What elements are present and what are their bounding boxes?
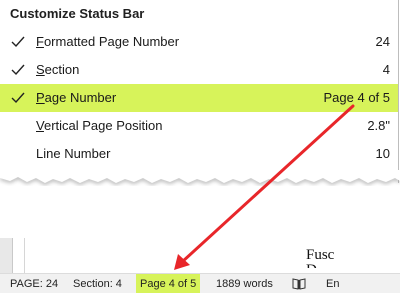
menu-item-value: 2.8" xyxy=(367,118,390,133)
menu-item-line-number[interactable]: Line Number 10 xyxy=(0,140,398,168)
checkmark-icon xyxy=(11,64,25,76)
menu-item-label: Line Number xyxy=(36,146,111,161)
menu-item-value: 24 xyxy=(375,34,390,49)
torn-edge-divider xyxy=(0,170,400,185)
menu-item-page-number[interactable]: Page Number Page 4 of 5 xyxy=(0,84,398,112)
menu-item-vertical-page-position[interactable]: Vertical Page Position 2.8" xyxy=(0,112,398,140)
menu-item-label: Section xyxy=(36,62,80,77)
status-word-count[interactable]: 1889 words xyxy=(216,274,273,293)
status-section[interactable]: Section: 4 xyxy=(73,274,122,293)
checkmark-icon xyxy=(11,92,25,104)
status-page-number[interactable]: Page 4 of 5 xyxy=(136,274,201,293)
menu-item-value: Page 4 of 5 xyxy=(323,90,391,105)
checkmark-icon xyxy=(11,36,25,48)
customize-status-bar-menu: Customize Status Bar Formatted Page Numb… xyxy=(0,0,399,183)
status-page[interactable]: PAGE: 24 xyxy=(10,274,58,293)
screenshot-stage: Customize Status Bar Formatted Page Numb… xyxy=(0,0,400,293)
status-bar: PAGE: 24 Section: 4 Page 4 of 5 1889 wor… xyxy=(0,273,400,293)
document-text: Fusc xyxy=(306,247,335,263)
menu-title: Customize Status Bar xyxy=(10,6,145,21)
menu-item-label: Formatted Page Number xyxy=(36,34,180,49)
document-gutter xyxy=(0,238,13,274)
menu-item-formatted-page-number[interactable]: Formatted Page Number 24 xyxy=(0,28,398,56)
page-margin-line xyxy=(24,238,25,274)
menu-item-value: 10 xyxy=(375,146,390,161)
menu-item-section[interactable]: Section 4 xyxy=(0,56,398,84)
menu-item-label: Vertical Page Position xyxy=(36,118,163,133)
menu-item-value: 4 xyxy=(382,62,390,77)
book-icon[interactable] xyxy=(292,277,306,291)
menu-item-label: Page Number xyxy=(36,90,117,105)
status-language[interactable]: En xyxy=(326,274,339,293)
